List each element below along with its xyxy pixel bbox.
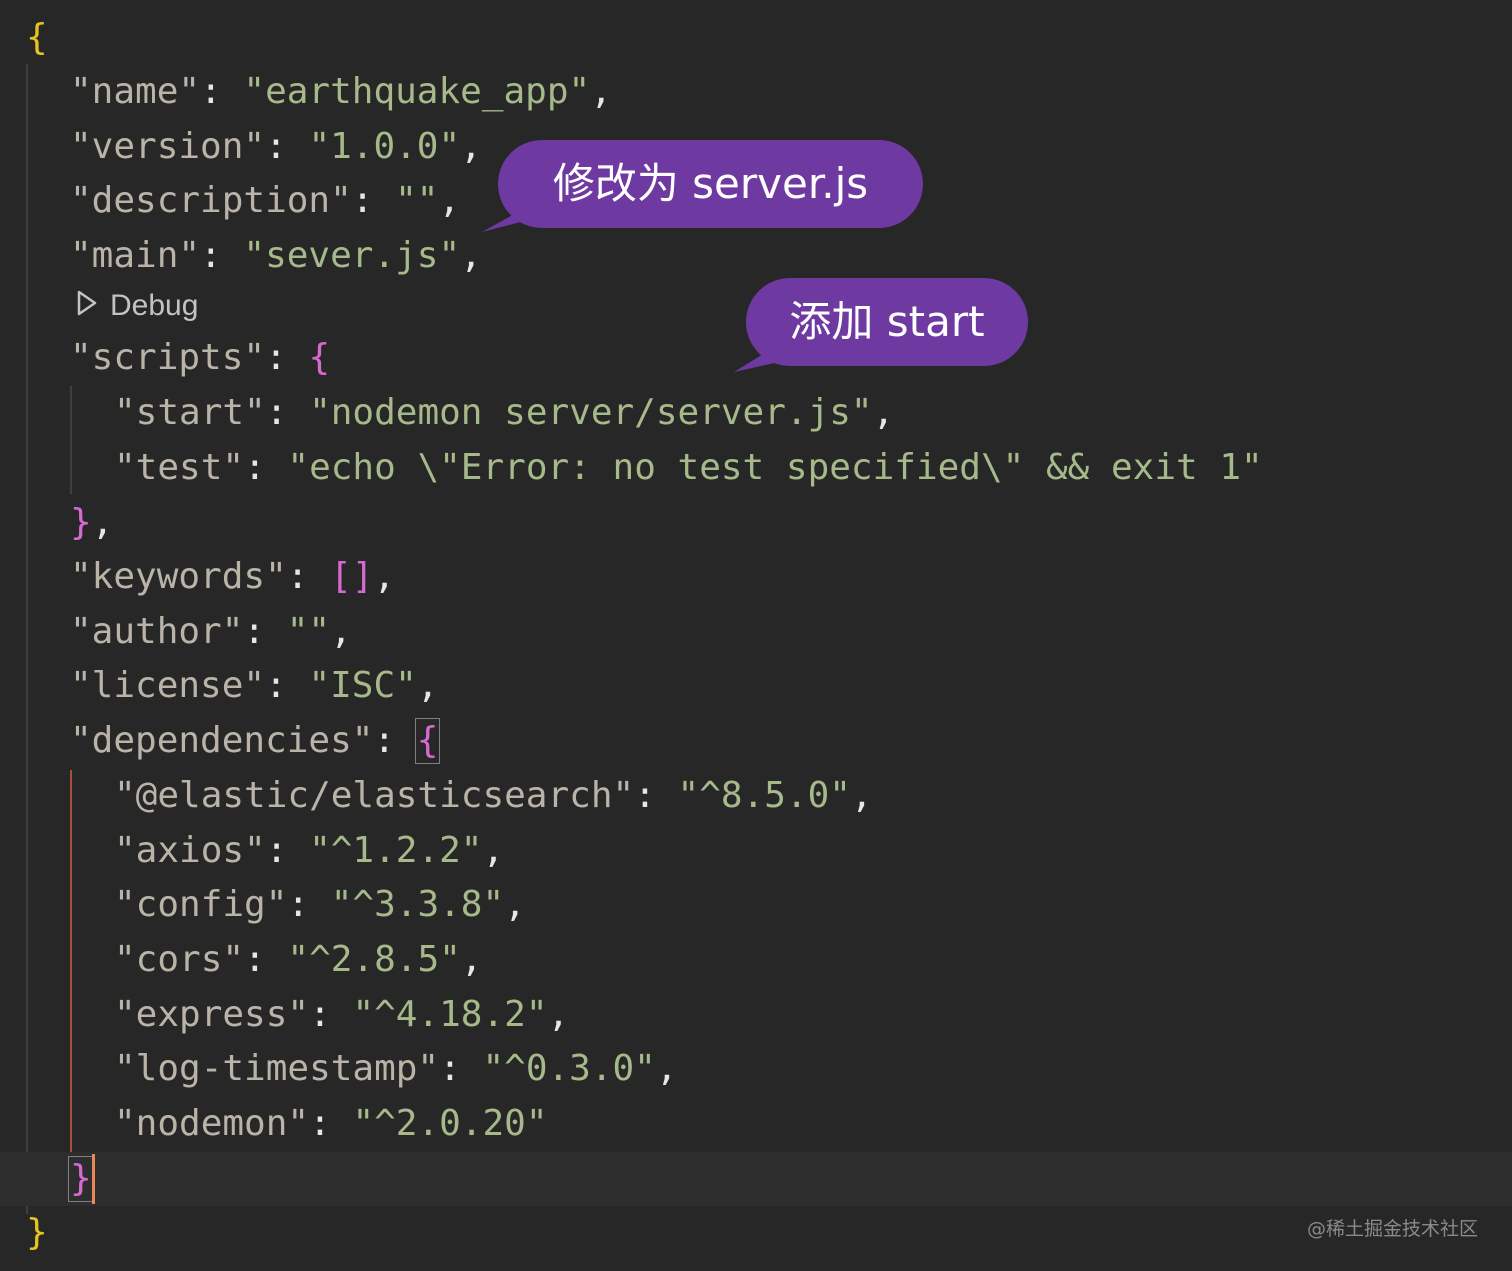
code-line-dependency: "cors": "^2.8.5",	[114, 939, 483, 980]
code-line-scripts-close: },	[70, 502, 114, 543]
debug-codelens[interactable]: Debug	[76, 283, 198, 329]
code-line-dependency: "config": "^3.3.8",	[114, 884, 526, 925]
code-line-main: "main": "sever.js",	[70, 235, 482, 276]
code-line-scripts: "scripts": {	[70, 337, 331, 378]
code-line-version: "version": "1.0.0",	[70, 126, 482, 167]
code-line-dependency: "nodemon": "^2.0.20"	[114, 1103, 548, 1144]
code-line-dependency: "axios": "^1.2.2",	[114, 830, 505, 871]
code-line-dependencies: "dependencies": {	[70, 713, 441, 768]
code-line-dependencies-close: }	[68, 1151, 94, 1206]
debug-codelens-label: Debug	[110, 289, 199, 322]
code-line-dependency: "express": "^4.18.2",	[114, 994, 570, 1035]
play-outline-icon	[76, 284, 98, 330]
code-line-name: "name": "earthquake_app",	[70, 71, 612, 112]
matched-bracket: }	[68, 1156, 94, 1202]
code-line-close-brace: }	[26, 1212, 48, 1253]
text-cursor	[92, 1154, 95, 1204]
watermark: @稀土掘金技术社区	[1306, 1218, 1478, 1240]
current-line-highlight	[0, 1152, 1512, 1206]
indent-guide	[26, 64, 28, 1214]
annotation-bubble-start: 添加 start	[746, 278, 1028, 366]
annotation-bubble-main: 修改为 server.js	[498, 140, 923, 228]
code-line-open-brace: {	[26, 17, 48, 58]
code-line-dependency: "log-timestamp": "^0.3.0",	[114, 1048, 678, 1089]
code-editor[interactable]: { "name": "earthquake_app", "version": "…	[0, 0, 1512, 1271]
code-line-description: "description": "",	[70, 180, 461, 221]
code-line-start: "start": "nodemon server/server.js",	[114, 392, 895, 433]
code-line-test: "test": "echo \"Error: no test specified…	[114, 447, 1263, 488]
active-indent-guide	[70, 770, 72, 1200]
indent-guide	[70, 386, 72, 494]
code-line-keywords: "keywords": [],	[70, 556, 396, 597]
code-line-license: "license": "ISC",	[70, 665, 439, 706]
code-line-author: "author": "",	[70, 611, 352, 652]
code-line-dependency: "@elastic/elasticsearch": "^8.5.0",	[114, 775, 873, 816]
matched-bracket: {	[414, 718, 441, 764]
